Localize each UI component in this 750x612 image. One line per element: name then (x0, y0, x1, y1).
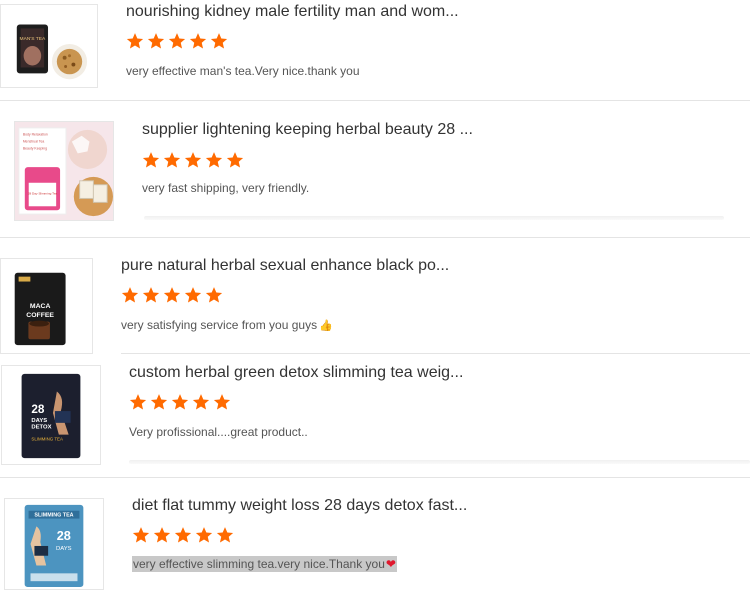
star-icon (129, 394, 147, 410)
product-title[interactable]: supplier lightening keeping herbal beaut… (142, 121, 473, 139)
star-icon (184, 152, 202, 168)
review-text: very effective man's tea.Very nice.thank… (126, 64, 360, 78)
package-label: Menstrual Tea (23, 140, 45, 144)
star-icon (184, 287, 202, 303)
star-icon (205, 287, 223, 303)
product-title[interactable]: pure natural herbal sexual enhance black… (121, 257, 449, 275)
tea-bag-image: 28 DAYS DETOX SLIMMING TEA (2, 366, 100, 464)
star-icon (132, 527, 150, 543)
star-icon (168, 33, 186, 49)
star-icon (142, 152, 160, 168)
star-icon (163, 287, 181, 303)
star-icon (216, 527, 234, 543)
card-divider (0, 477, 750, 478)
card-divider (0, 100, 750, 101)
package-label: DAYS (56, 546, 72, 552)
product-image[interactable]: 28 DAYS DETOX SLIMMING TEA (1, 365, 101, 465)
package-label: MAN'S TEA (20, 36, 47, 42)
star-icon (226, 152, 244, 168)
package-label: Beauty Keeping (23, 146, 47, 150)
star-icon (142, 287, 160, 303)
review-text: very effective slimming tea.very nice.Th… (132, 556, 397, 572)
product-image[interactable]: Body Relaxation Menstrual Tea Beauty Kee… (14, 121, 114, 221)
product-image[interactable]: MAN'S TEA (0, 4, 98, 88)
package-label: COFFEE (26, 312, 54, 319)
star-icon (150, 394, 168, 410)
tea-bag-image: MAN'S TEA (1, 5, 97, 87)
review-text: very fast shipping, very friendly. (142, 181, 310, 195)
heart-icon: ❤ (385, 557, 396, 571)
star-icon (153, 527, 171, 543)
tea-bag-image: SLIMMING TEA 28 DAYS (5, 499, 103, 589)
rating-stars (121, 286, 223, 304)
review-body: very effective slimming tea.very nice.Th… (133, 557, 385, 571)
card-divider (121, 353, 750, 354)
package-label: SLIMMING TEA (31, 436, 63, 441)
product-title[interactable]: custom herbal green detox slimming tea w… (129, 364, 463, 382)
product-title[interactable]: diet flat tummy weight loss 28 days deto… (132, 497, 467, 515)
star-icon (195, 527, 213, 543)
card-shadow (129, 460, 750, 464)
package-label: DAYS (31, 418, 47, 424)
product-title[interactable]: nourishing kidney male fertility man and… (126, 3, 459, 21)
star-icon (126, 33, 144, 49)
tea-bag-image: Body Relaxation Menstrual Tea Beauty Kee… (15, 122, 113, 220)
package-label: SLIMMING TEA (34, 513, 73, 519)
thumbs-up-icon: 👍 (319, 320, 333, 332)
star-icon (174, 527, 192, 543)
card-divider (0, 237, 750, 238)
rating-stars (129, 393, 231, 411)
card-shadow (144, 216, 724, 220)
review-text: very satisfying service from you guys 👍 (121, 318, 333, 332)
package-label: MACA (30, 303, 51, 310)
review-text: Very profissional....great product.. (129, 425, 308, 439)
tea-bag-image: MACA COFFEE (1, 259, 92, 353)
star-icon (189, 33, 207, 49)
rating-stars (132, 526, 234, 544)
star-icon (205, 152, 223, 168)
rating-stars (126, 32, 228, 50)
star-icon (213, 394, 231, 410)
package-label: 28 Day Slimming Tea (28, 192, 58, 196)
star-icon (192, 394, 210, 410)
star-icon (210, 33, 228, 49)
star-icon (147, 33, 165, 49)
star-icon (163, 152, 181, 168)
star-icon (171, 394, 189, 410)
package-label: 28 (31, 403, 45, 416)
review-body: very satisfying service from you guys (121, 318, 318, 332)
package-label: Body Relaxation (23, 133, 48, 137)
package-label: DETOX (31, 425, 51, 431)
product-image[interactable]: SLIMMING TEA 28 DAYS (4, 498, 104, 590)
star-icon (121, 287, 139, 303)
product-image[interactable]: MACA COFFEE (0, 258, 93, 354)
rating-stars (142, 151, 244, 169)
package-label: 28 (57, 528, 71, 543)
